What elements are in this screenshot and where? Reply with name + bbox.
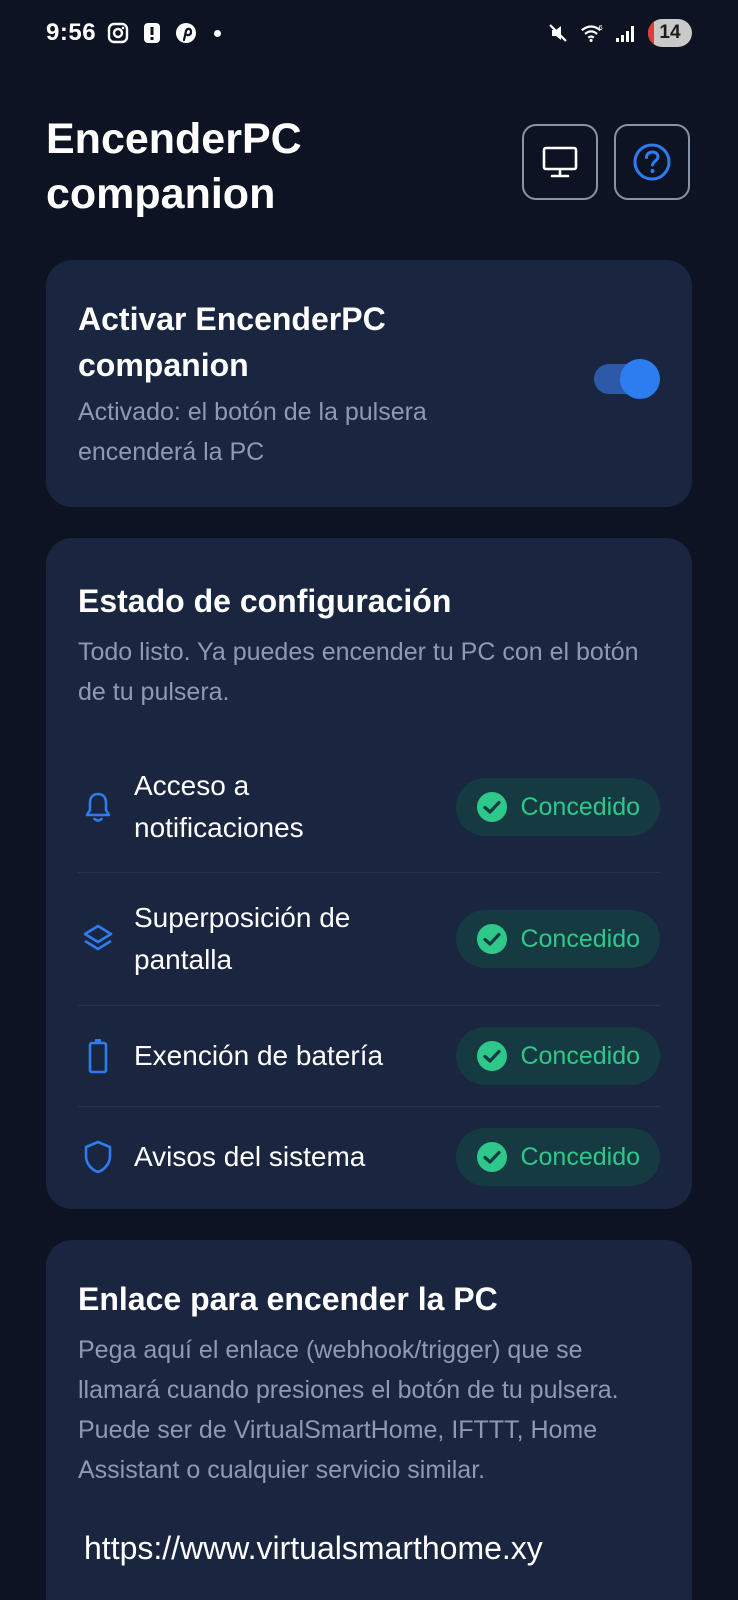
status-bar: 9:56 6 14 bbox=[0, 0, 738, 66]
permission-row-notifications[interactable]: Acceso a notificaciones Concedido bbox=[78, 742, 660, 873]
status-label: Concedido bbox=[520, 1041, 640, 1070]
permission-label: Exención de batería bbox=[134, 1040, 384, 1071]
help-icon bbox=[633, 143, 671, 181]
dot-icon bbox=[214, 29, 222, 37]
link-card: Enlace para encender la PC Pega aquí el … bbox=[46, 1240, 692, 1600]
permission-left: Avisos del sistema bbox=[78, 1136, 414, 1178]
app-screen: 9:56 6 14 EncenderPC companion Activar E… bbox=[0, 0, 738, 1600]
check-circle-icon bbox=[477, 924, 508, 954]
status-label: Concedido bbox=[520, 924, 640, 953]
help-button[interactable] bbox=[614, 124, 690, 200]
bell-icon bbox=[78, 790, 118, 824]
permission-left: Acceso a notificaciones bbox=[78, 765, 414, 849]
status-badge: Concedido bbox=[456, 1027, 660, 1085]
config-status-title: Estado de configuración bbox=[78, 583, 452, 619]
permission-row-battery[interactable]: Exención de batería Concedido bbox=[78, 1006, 660, 1107]
status-left: 9:56 bbox=[46, 19, 222, 47]
status-label: Concedido bbox=[520, 1142, 640, 1171]
wifi-icon: 6 bbox=[580, 21, 604, 45]
status-badge: Concedido bbox=[456, 778, 660, 836]
check-circle-icon bbox=[477, 792, 508, 822]
shield-icon bbox=[78, 1139, 118, 1175]
instagram-icon bbox=[106, 21, 130, 45]
toggle-knob bbox=[620, 359, 660, 399]
status-badge: Concedido bbox=[456, 910, 660, 968]
permission-label: Acceso a notificaciones bbox=[134, 770, 304, 843]
permission-left: Superposición de pantalla bbox=[78, 897, 414, 981]
activation-subtitle: Activado: el botón de la pulsera encende… bbox=[78, 398, 427, 466]
monitor-icon bbox=[542, 146, 578, 178]
pinterest-icon bbox=[174, 21, 198, 45]
permission-left: Exención de batería bbox=[78, 1035, 414, 1077]
check-circle-icon bbox=[477, 1041, 508, 1071]
link-title: Enlace para encender la PC bbox=[78, 1281, 498, 1317]
status-badge: Concedido bbox=[456, 1128, 660, 1186]
mute-icon bbox=[546, 21, 570, 45]
svg-text:6: 6 bbox=[598, 23, 602, 32]
pc-button[interactable] bbox=[522, 124, 598, 200]
config-status-card: Estado de configuración Todo listo. Ya p… bbox=[46, 538, 692, 1209]
permission-label: Avisos del sistema bbox=[134, 1141, 366, 1172]
signal-icon bbox=[614, 21, 638, 45]
page-title: EncenderPC companion bbox=[46, 115, 302, 218]
battery-indicator: 14 bbox=[648, 19, 692, 47]
activation-card: Activar EncenderPC companion Activado: e… bbox=[46, 260, 692, 507]
alert-icon bbox=[140, 21, 164, 45]
permission-row-system-alerts[interactable]: Avisos del sistema Concedido bbox=[78, 1107, 660, 1207]
layers-icon bbox=[78, 922, 118, 956]
link-description: Pega aquí el enlace (webhook/trigger) qu… bbox=[78, 1336, 619, 1484]
battery-icon bbox=[78, 1038, 118, 1074]
permission-row-overlay[interactable]: Superposición de pantalla Concedido bbox=[78, 873, 660, 1006]
activation-toggle[interactable] bbox=[594, 359, 660, 399]
permission-list: Acceso a notificaciones Concedido Superp… bbox=[78, 742, 660, 1207]
activation-title: Activar EncenderPC companion bbox=[78, 301, 386, 383]
permission-label: Superposición de pantalla bbox=[134, 902, 351, 975]
webhook-url-field[interactable]: https://www.virtualsmarthome.xy bbox=[78, 1530, 654, 1567]
config-status-subtitle: Todo listo. Ya puedes encender tu PC con… bbox=[78, 638, 639, 706]
status-time: 9:56 bbox=[46, 19, 97, 46]
check-circle-icon bbox=[477, 1142, 508, 1172]
status-label: Concedido bbox=[520, 792, 640, 821]
status-right: 6 14 bbox=[546, 19, 692, 47]
